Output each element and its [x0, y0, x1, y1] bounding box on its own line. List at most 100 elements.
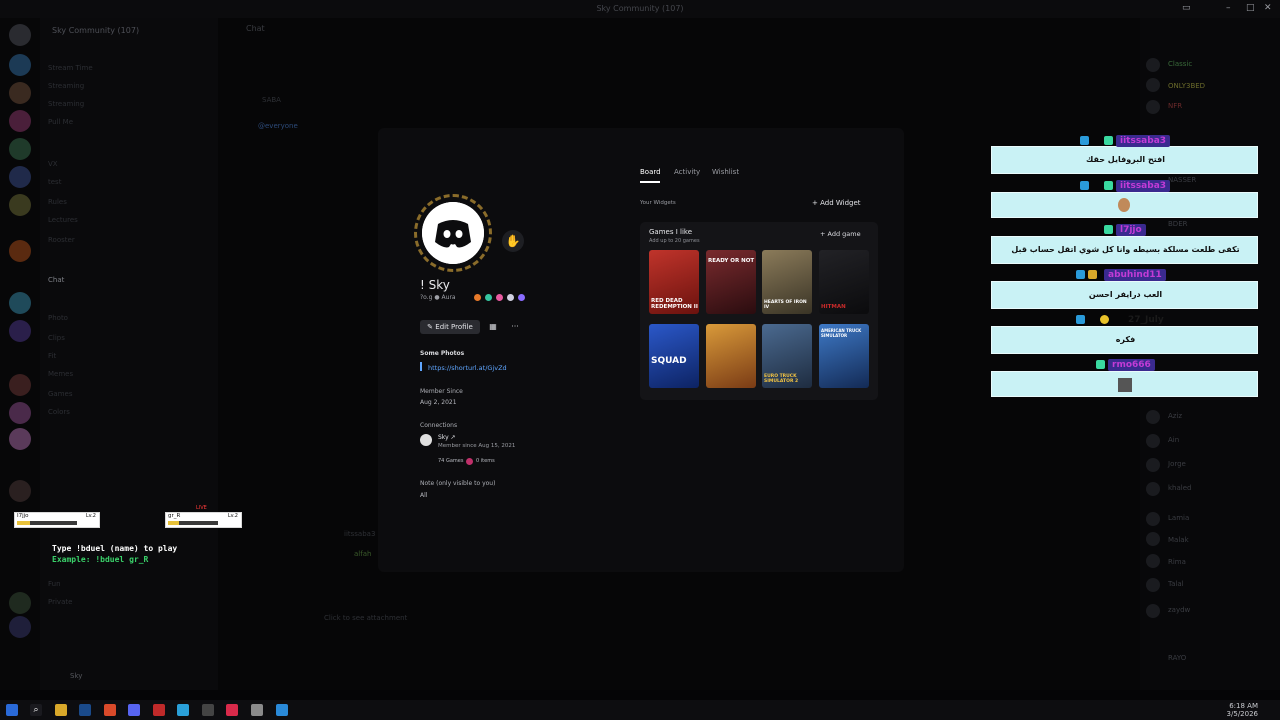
server-icon[interactable]: [9, 374, 31, 396]
server-icon[interactable]: [9, 428, 31, 450]
file-explorer-icon[interactable]: [55, 704, 67, 716]
photos-link[interactable]: https://shorturl.at/GjvZd: [428, 364, 507, 372]
add-widget-button[interactable]: + Add Widget: [812, 196, 876, 210]
server-icon[interactable]: [9, 616, 31, 638]
app-icon[interactable]: [202, 704, 214, 716]
channel-item[interactable]: Rules: [48, 198, 67, 206]
channel-item[interactable]: Games: [48, 390, 73, 398]
attachment-hint[interactable]: Click to see attachment: [324, 614, 407, 622]
app-icon[interactable]: [153, 704, 165, 716]
channel-item[interactable]: Fit: [48, 352, 56, 360]
server-icon[interactable]: [9, 194, 31, 216]
more-icon[interactable]: ···: [508, 320, 522, 334]
browser-icon[interactable]: [104, 704, 116, 716]
search-icon[interactable]: ⌕: [30, 704, 42, 716]
channel-item[interactable]: Rooster: [48, 236, 75, 244]
discord-icon[interactable]: [128, 704, 140, 716]
server-icon[interactable]: [9, 292, 31, 314]
member-name[interactable]: khaled: [1168, 484, 1191, 492]
server-icon[interactable]: [9, 320, 31, 342]
member-name[interactable]: Talal: [1168, 580, 1184, 588]
steam-icon[interactable]: [79, 704, 91, 716]
game-tile[interactable]: HITMAN: [819, 250, 869, 314]
member-name[interactable]: Aziz: [1168, 412, 1182, 420]
connection-games: 74 Games: [438, 458, 464, 464]
app-icon[interactable]: [226, 704, 238, 716]
channel-item[interactable]: Fun: [48, 580, 61, 588]
member-name[interactable]: Lamia: [1168, 514, 1189, 522]
close-icon[interactable]: ✕: [1264, 3, 1272, 13]
server-icon[interactable]: [9, 480, 31, 502]
app-icon[interactable]: [177, 704, 189, 716]
channel-item[interactable]: Lectures: [48, 216, 78, 224]
add-game-button[interactable]: + Add game: [820, 230, 861, 238]
member-name[interactable]: Malak: [1168, 536, 1189, 544]
avatar[interactable]: [422, 202, 484, 264]
game-tile[interactable]: RED DEAD REDEMPTION II: [649, 250, 699, 314]
server-icon[interactable]: [9, 110, 31, 132]
member-name[interactable]: ONLY3BED: [1168, 82, 1205, 90]
message-author[interactable]: iitssaba3: [344, 530, 375, 538]
member-name[interactable]: BDER: [1168, 220, 1187, 228]
badge-icon[interactable]: [518, 294, 525, 301]
channel-item[interactable]: Memes: [48, 370, 73, 378]
tab-wishlist[interactable]: Wishlist: [712, 168, 739, 176]
member-name[interactable]: Classic: [1168, 60, 1192, 68]
server-icon[interactable]: [9, 240, 31, 262]
badge-icon[interactable]: [485, 294, 492, 301]
server-icon[interactable]: [9, 138, 31, 160]
channel-item[interactable]: Clips: [48, 334, 65, 342]
app-icon[interactable]: [251, 704, 263, 716]
edit-profile-button[interactable]: ✎ Edit Profile: [420, 320, 480, 334]
channel-item[interactable]: test: [48, 178, 61, 186]
server-icon[interactable]: [9, 54, 31, 76]
game-tile[interactable]: READY OR NOT: [706, 250, 756, 314]
channel-item[interactable]: Streaming: [48, 82, 84, 90]
badge-icon[interactable]: [474, 294, 481, 301]
shop-icon[interactable]: ▦: [486, 320, 500, 334]
mention[interactable]: @everyone: [258, 122, 298, 130]
start-icon[interactable]: [6, 704, 18, 716]
channel-item[interactable]: Photo: [48, 314, 68, 322]
channel-item[interactable]: Streaming: [48, 100, 84, 108]
message-author[interactable]: SABA: [262, 96, 281, 104]
server-icon[interactable]: [9, 82, 31, 104]
game-tile[interactable]: SQUAD: [649, 324, 699, 388]
channel-item[interactable]: Private: [48, 598, 72, 606]
system-clock[interactable]: 6:18 AM 3/5/2026: [1227, 702, 1258, 718]
server-icon[interactable]: [9, 166, 31, 188]
connection-name[interactable]: Sky ↗: [438, 434, 456, 441]
connection-since: Member since Aug 15, 2021: [438, 443, 516, 449]
channel-item[interactable]: Pull Me: [48, 118, 73, 126]
tab-board[interactable]: Board: [640, 168, 661, 176]
message-author[interactable]: alfah: [354, 550, 371, 558]
minimize-icon[interactable]: –: [1226, 3, 1231, 13]
member-name[interactable]: Ain: [1168, 436, 1179, 444]
server-icon[interactable]: [9, 592, 31, 614]
channel-item[interactable]: Stream Time: [48, 64, 93, 72]
member-name[interactable]: NFR: [1168, 102, 1182, 110]
tab-activity[interactable]: Activity: [674, 168, 700, 176]
member-name[interactable]: NASSER: [1168, 176, 1196, 184]
edge-icon[interactable]: [276, 704, 288, 716]
user-panel-name[interactable]: Sky: [70, 672, 82, 680]
channel-item-active[interactable]: Chat: [48, 276, 64, 284]
discord-home-icon[interactable]: [9, 24, 31, 46]
game-tile[interactable]: AMERICAN TRUCK SIMULATOR: [819, 324, 869, 388]
game-tile[interactable]: HEARTS OF IRON IV: [762, 250, 812, 314]
inbox-icon[interactable]: ▭: [1182, 3, 1191, 13]
server-icon[interactable]: [9, 402, 31, 424]
server-name[interactable]: Sky Community (107): [52, 26, 139, 35]
channel-item[interactable]: Colors: [48, 408, 70, 416]
member-name[interactable]: zaydw: [1168, 606, 1190, 614]
game-tile[interactable]: EURO TRUCK SIMULATOR 2: [762, 324, 812, 388]
badge-icon[interactable]: [507, 294, 514, 301]
channel-item[interactable]: VX: [48, 160, 58, 168]
game-tile[interactable]: [706, 324, 756, 388]
member-name[interactable]: RAYO: [1168, 654, 1186, 662]
member-name[interactable]: Jorge: [1168, 460, 1186, 468]
badge-icon[interactable]: [496, 294, 503, 301]
note-value[interactable]: All: [420, 492, 427, 499]
maximize-icon[interactable]: □: [1246, 3, 1255, 13]
member-name[interactable]: Rima: [1168, 558, 1186, 566]
